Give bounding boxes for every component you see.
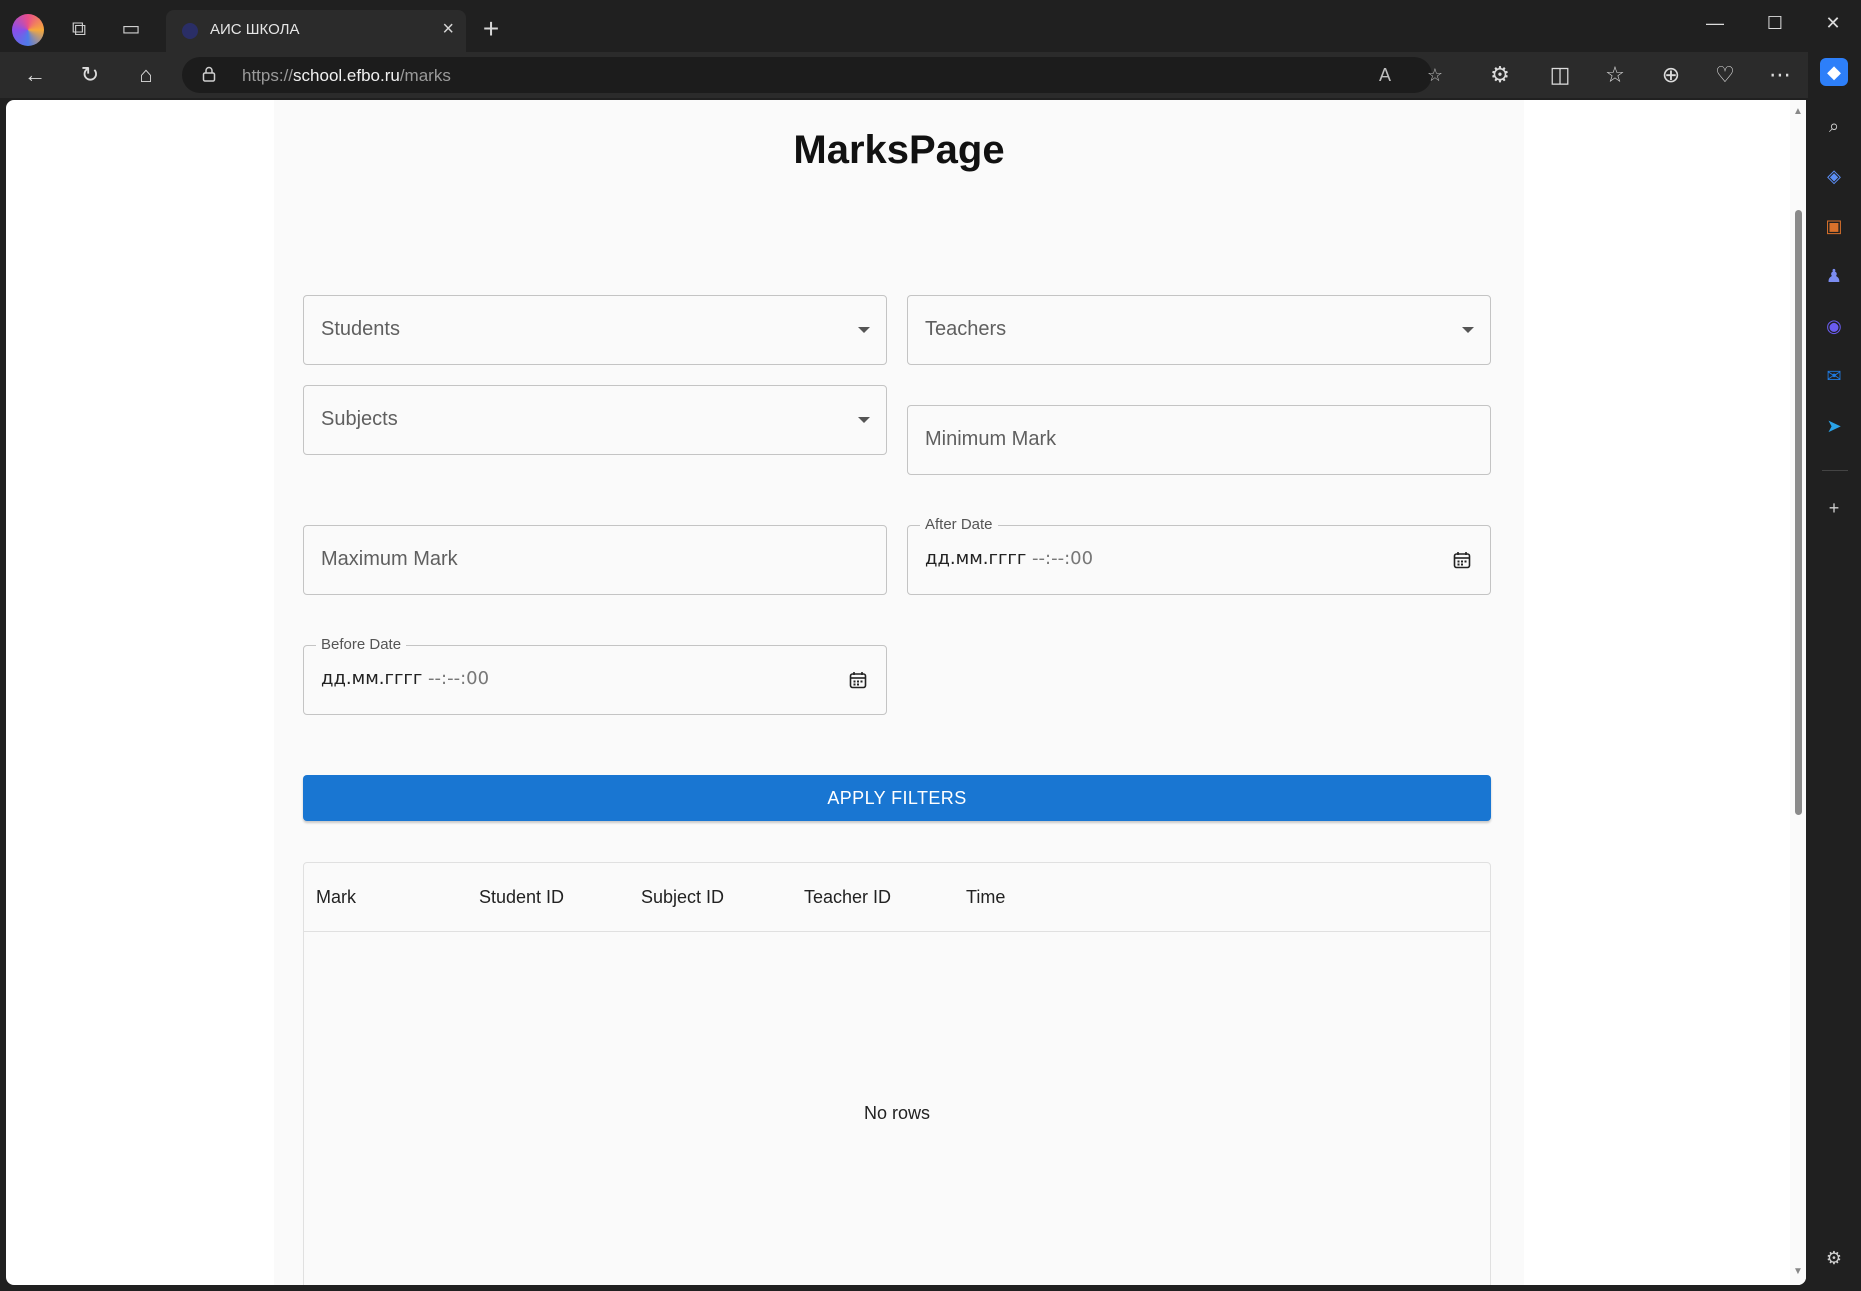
copilot-icon[interactable]: ◆ bbox=[1820, 58, 1848, 86]
teachers-placeholder: Teachers bbox=[925, 318, 1007, 340]
page-scrollbar[interactable]: ▲ ▼ bbox=[1790, 100, 1806, 1285]
column-header-teacher-id[interactable]: Teacher ID bbox=[804, 887, 891, 908]
read-aloud-icon[interactable]: A bbox=[1372, 62, 1398, 88]
browser-toolbar: ← ↻ ⌂ https://school.efbo.ru/marks A ☆ ⚙… bbox=[0, 52, 1861, 98]
new-tab-button[interactable]: + bbox=[476, 14, 506, 44]
more-menu-icon[interactable]: ⋯ bbox=[1765, 60, 1795, 90]
after-date-format: дд.мм.гггг bbox=[925, 548, 1027, 569]
browser-essentials-icon[interactable]: ♡ bbox=[1710, 60, 1740, 90]
chevron-down-icon bbox=[858, 417, 870, 423]
subjects-placeholder: Subjects bbox=[321, 408, 398, 430]
minimize-icon[interactable]: — bbox=[1700, 8, 1730, 38]
refresh-icon[interactable]: ↻ bbox=[75, 60, 105, 90]
tab-actions-icon[interactable]: ▭ bbox=[116, 14, 146, 44]
before-date-format: дд.мм.гггг bbox=[321, 668, 423, 689]
maximum-mark-placeholder: Maximum Mark bbox=[321, 548, 458, 570]
url-path: /marks bbox=[399, 66, 451, 85]
subjects-select[interactable]: Subjects bbox=[303, 385, 887, 455]
search-icon[interactable]: ⌕ bbox=[1820, 112, 1848, 140]
profile-avatar[interactable] bbox=[12, 14, 44, 46]
microsoft-365-icon[interactable]: ◉ bbox=[1820, 312, 1848, 340]
favorite-star-icon[interactable]: ☆ bbox=[1422, 62, 1448, 88]
page-title: MarksPage bbox=[793, 128, 1005, 172]
maximum-mark-input[interactable]: Maximum Mark bbox=[303, 525, 887, 595]
minimum-mark-placeholder: Minimum Mark bbox=[925, 428, 1057, 450]
marks-data-grid: Mark Student ID Subject ID Teacher ID Ti… bbox=[303, 862, 1491, 1285]
column-header-student-id[interactable]: Student ID bbox=[479, 887, 564, 908]
close-window-icon[interactable]: ✕ bbox=[1818, 8, 1848, 38]
tools-briefcase-icon[interactable]: ▣ bbox=[1820, 212, 1848, 240]
tab-title: АИС ШКОЛА bbox=[210, 21, 300, 38]
lock-icon bbox=[202, 66, 216, 82]
before-date-time: --:--:00 bbox=[422, 668, 490, 689]
column-header-time[interactable]: Time bbox=[966, 887, 1005, 908]
title-bar: ⧉ ▭ АИС ШКОЛА × + — ☐ ✕ bbox=[0, 0, 1861, 52]
add-sidebar-app-icon[interactable]: + bbox=[1820, 494, 1848, 522]
no-rows-message: No rows bbox=[863, 1103, 930, 1123]
chevron-down-icon bbox=[858, 327, 870, 333]
edge-sidebar: ◆ ⌕ ◈ ▣ ♟ ◉ ✉ ➤ + ⚙ bbox=[1808, 52, 1861, 1291]
url-text: https://school.efbo.ru/marks bbox=[242, 66, 451, 86]
drop-send-icon[interactable]: ➤ bbox=[1820, 412, 1848, 440]
minimum-mark-input[interactable]: Minimum Mark bbox=[907, 405, 1491, 475]
apply-filters-button[interactable]: APPLY FILTERS bbox=[303, 775, 1491, 821]
collections-icon[interactable]: ⊕ bbox=[1656, 60, 1686, 90]
favorites-icon[interactable]: ☆ bbox=[1600, 60, 1630, 90]
back-icon[interactable]: ← bbox=[20, 60, 50, 90]
grid-header-row: Mark Student ID Subject ID Teacher ID Ti… bbox=[304, 863, 1490, 932]
home-icon[interactable]: ⌂ bbox=[131, 60, 161, 90]
page-viewport: MarksPage Students Teachers Subjects Min… bbox=[6, 100, 1806, 1285]
scroll-down-arrow-icon[interactable]: ▼ bbox=[1793, 1266, 1803, 1277]
url-scheme: https:// bbox=[242, 66, 294, 85]
before-date-value: дд.мм.гггг --:--:00 bbox=[321, 668, 489, 689]
column-header-mark[interactable]: Mark bbox=[316, 887, 356, 908]
after-date-value: дд.мм.гггг --:--:00 bbox=[925, 548, 1093, 569]
teachers-select[interactable]: Teachers bbox=[907, 295, 1491, 365]
games-icon[interactable]: ♟ bbox=[1820, 262, 1848, 290]
calendar-icon[interactable] bbox=[849, 671, 867, 689]
tab-favicon-icon bbox=[182, 23, 198, 39]
extensions-icon[interactable]: ⚙ bbox=[1485, 60, 1515, 90]
url-host: school.efbo.ru bbox=[293, 66, 400, 85]
marks-page: MarksPage Students Teachers Subjects Min… bbox=[274, 100, 1524, 1285]
scroll-thumb[interactable] bbox=[1795, 210, 1802, 815]
address-bar[interactable]: https://school.efbo.ru/marks A ☆ bbox=[182, 57, 1443, 93]
students-select[interactable]: Students bbox=[303, 295, 887, 365]
before-date-input[interactable]: Before Date дд.мм.гггг --:--:00 bbox=[303, 636, 887, 715]
column-header-subject-id[interactable]: Subject ID bbox=[641, 887, 724, 908]
chevron-down-icon bbox=[1462, 327, 1474, 333]
after-date-input[interactable]: After Date дд.мм.гггг --:--:00 bbox=[907, 516, 1491, 595]
sidebar-settings-icon[interactable]: ⚙ bbox=[1820, 1244, 1848, 1272]
maximize-icon[interactable]: ☐ bbox=[1760, 8, 1790, 38]
students-placeholder: Students bbox=[321, 318, 400, 340]
calendar-icon[interactable] bbox=[1453, 551, 1471, 569]
sidebar-divider bbox=[1822, 470, 1848, 471]
after-date-time: --:--:00 bbox=[1026, 548, 1094, 569]
scroll-up-arrow-icon[interactable]: ▲ bbox=[1793, 106, 1803, 117]
shopping-tag-icon[interactable]: ◈ bbox=[1820, 162, 1848, 190]
split-screen-icon[interactable]: ◫ bbox=[1545, 60, 1575, 90]
tab-close-icon[interactable]: × bbox=[442, 18, 454, 41]
before-date-label: Before Date bbox=[316, 636, 407, 653]
outlook-icon[interactable]: ✉ bbox=[1820, 362, 1848, 390]
tab-active[interactable]: АИС ШКОЛА × bbox=[166, 10, 466, 52]
after-date-label: After Date bbox=[920, 516, 998, 533]
workspaces-icon[interactable]: ⧉ bbox=[64, 14, 94, 44]
